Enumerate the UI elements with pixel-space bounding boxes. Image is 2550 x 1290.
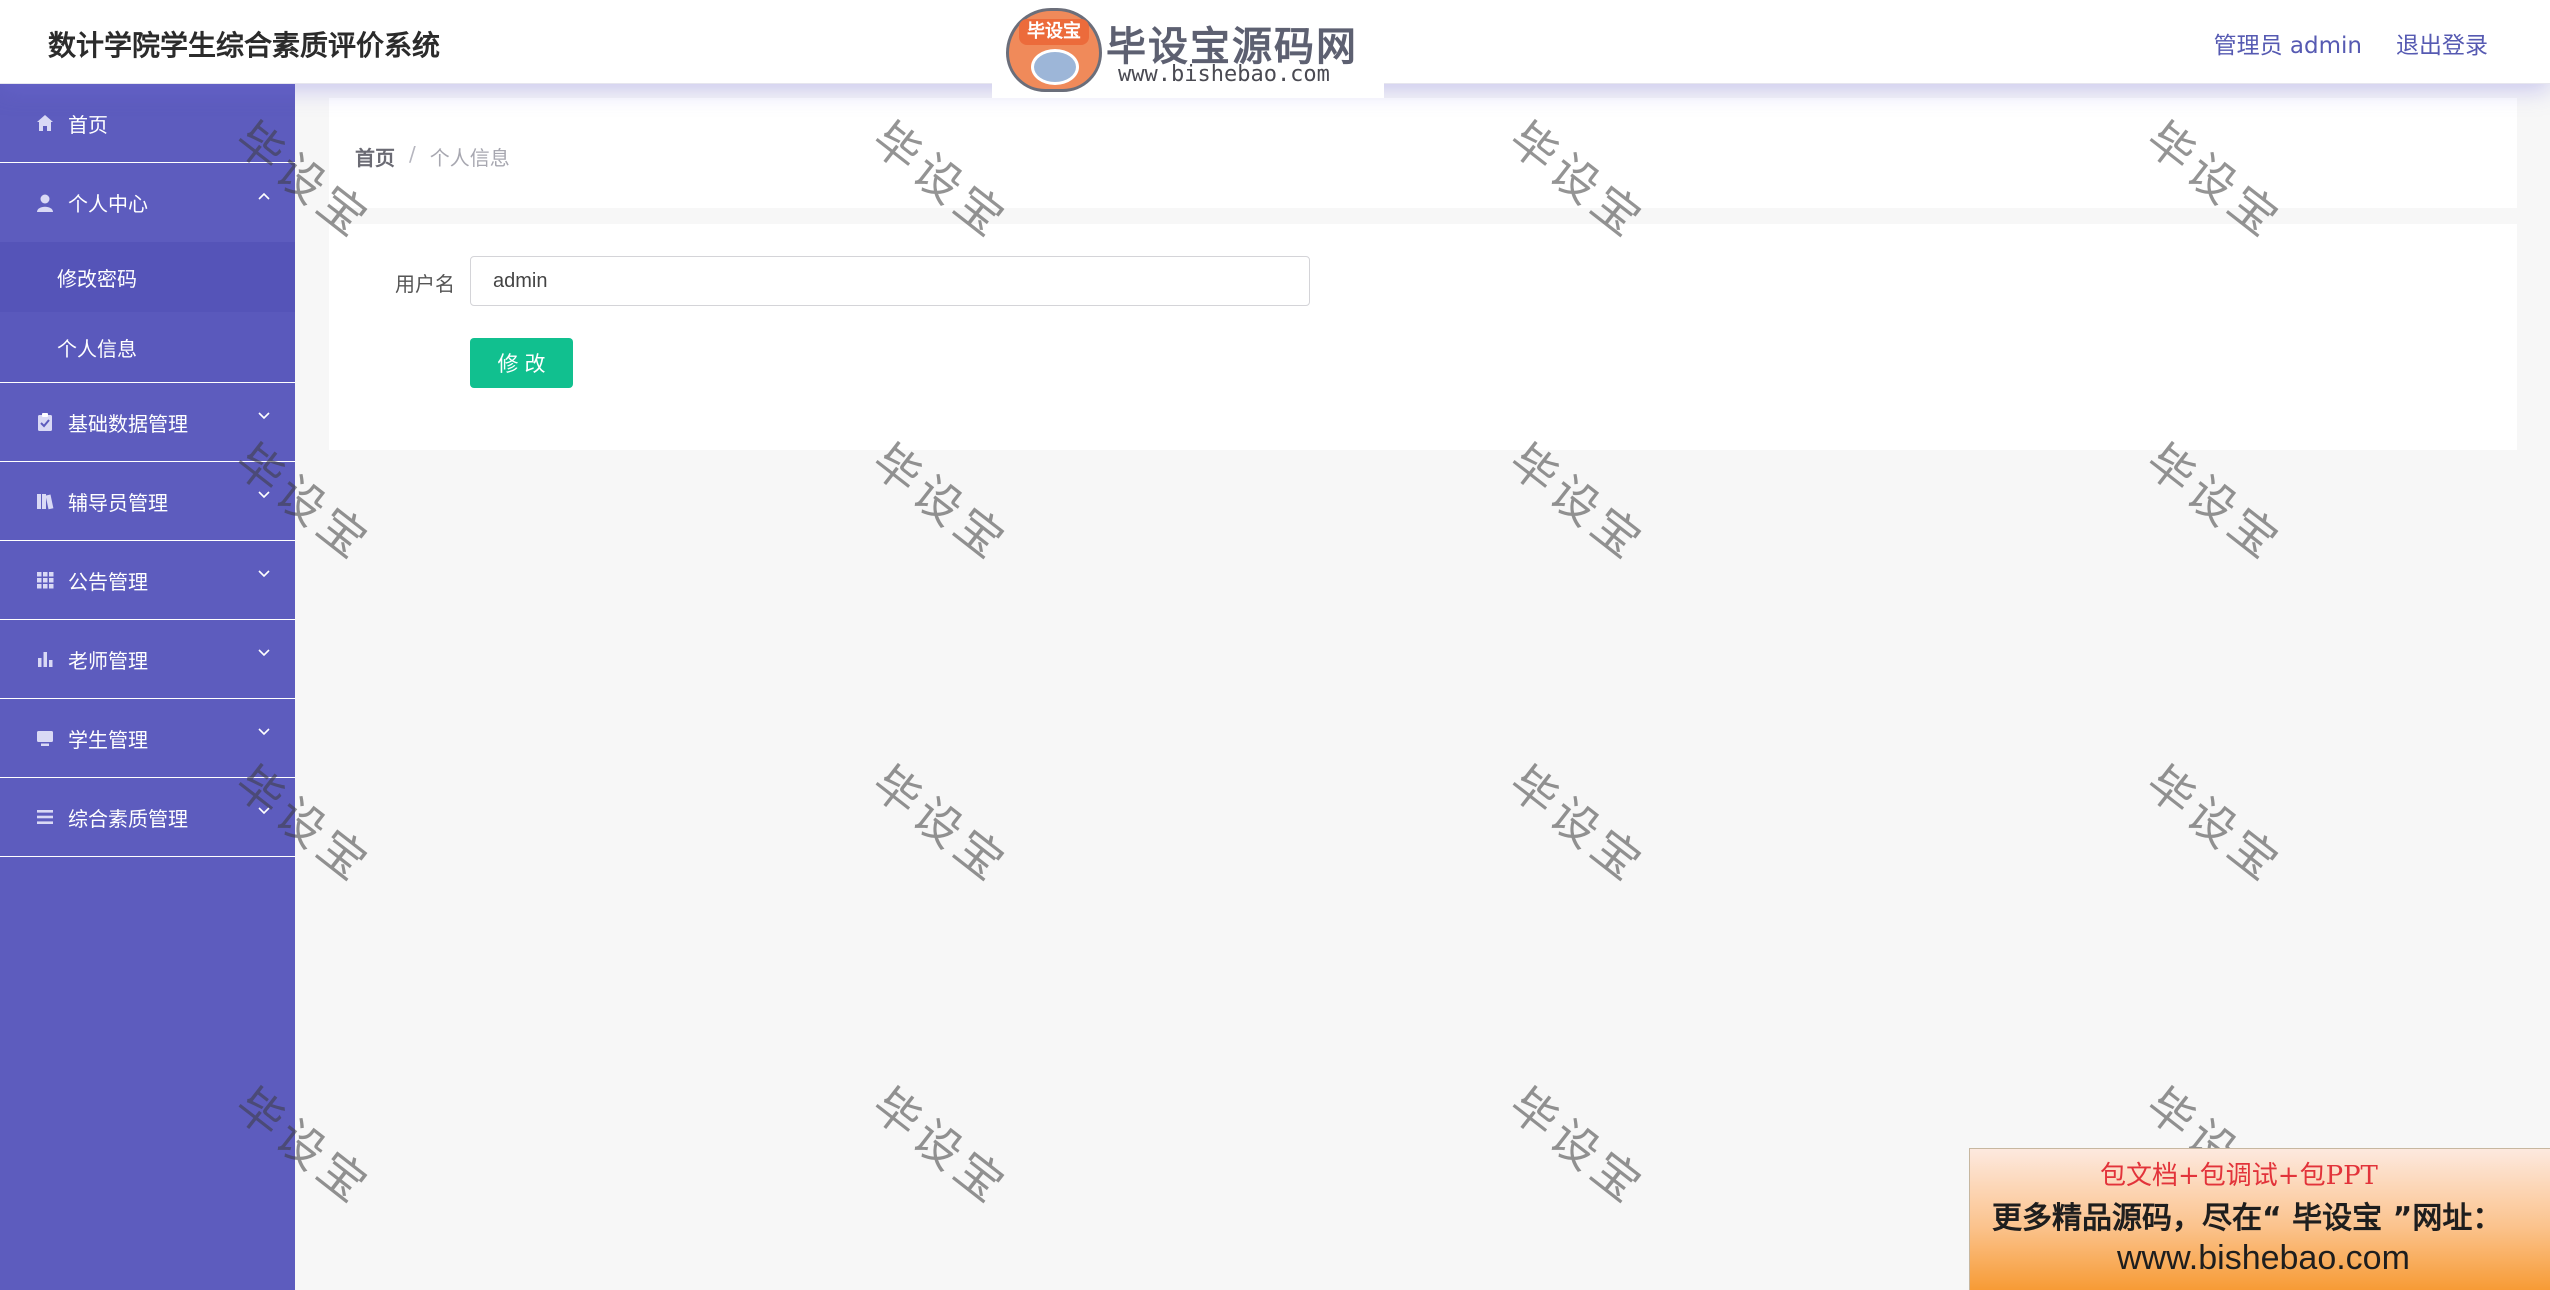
logout-link[interactable]: 退出登录 xyxy=(2396,26,2488,60)
list-icon xyxy=(37,810,53,824)
brand-url: www.bishebao.com xyxy=(1118,62,1330,87)
promo-line-2: 更多精品源码，尽在“ 毕设宝 ”网址： xyxy=(1992,1201,2503,1236)
bar-chart-icon xyxy=(38,652,53,667)
sidebar-item-label: 首页 xyxy=(68,112,108,137)
watermark-text: 毕设宝 xyxy=(862,1077,1019,1216)
sidebar-item-label: 基础数据管理 xyxy=(68,411,188,436)
sidebar-item-label: 个人中心 xyxy=(68,192,148,216)
breadcrumb-card: 首页 / 个人信息 xyxy=(329,98,2517,208)
promo-url: www.bishebao.com xyxy=(2117,1239,2410,1277)
watermark-text: 毕设宝 xyxy=(2136,755,2293,894)
sidebar: 首页 个人中心 修改密码 个人信息 基础数据管理 辅导员管理 公告管理 老师管理… xyxy=(0,84,295,1290)
sidebar-item-basic-data[interactable]: 基础数据管理 xyxy=(0,383,295,462)
chevron-up-icon xyxy=(258,192,270,200)
sidebar-item-label: 辅导员管理 xyxy=(68,490,168,515)
clipboard-icon xyxy=(38,413,52,431)
brand-logo: 毕设宝 毕设宝源码网 www.bishebao.com xyxy=(992,0,1384,98)
sidebar-item-label: 公告管理 xyxy=(68,569,148,594)
breadcrumb-current: 个人信息 xyxy=(429,146,510,170)
sidebar-item-change-password[interactable]: 修改密码 xyxy=(0,242,295,312)
admin-user-label[interactable]: 管理员 admin xyxy=(2214,26,2362,60)
app-title: 数计学院学生综合素质评价系统 xyxy=(48,29,441,62)
sidebar-item-label: 综合素质管理 xyxy=(68,806,188,831)
watermark-text: 毕设宝 xyxy=(1499,1077,1656,1216)
chevron-down-icon xyxy=(258,412,270,420)
promo-line-1: 包文档+包调试+包PPT xyxy=(2100,1161,2378,1191)
chevron-down-icon xyxy=(258,570,270,578)
header-user-area: 管理员 admin 退出登录 xyxy=(2214,26,2488,60)
sidebar-item-student[interactable]: 学生管理 xyxy=(0,699,295,778)
books-icon xyxy=(37,494,54,510)
breadcrumb-separator: / xyxy=(409,142,416,166)
breadcrumb: 首页 / 个人信息 xyxy=(355,142,510,171)
brand-badge-text: 毕设宝 xyxy=(1019,19,1089,45)
user-icon xyxy=(37,194,53,212)
sidebar-item-announcement[interactable]: 公告管理 xyxy=(0,541,295,620)
sidebar-item-label: 学生管理 xyxy=(68,727,148,752)
sidebar-item-teacher[interactable]: 老师管理 xyxy=(0,620,295,699)
sidebar-item-personal-info[interactable]: 个人信息 xyxy=(0,312,295,382)
brand-mascot-icon: 毕设宝 xyxy=(1006,8,1102,92)
sidebar-item-quality[interactable]: 综合素质管理 xyxy=(0,778,295,857)
grid-icon xyxy=(37,572,54,589)
promo-banner[interactable]: 包文档+包调试+包PPT 更多精品源码，尽在“ 毕设宝 ”网址： www.bis… xyxy=(1969,1148,2550,1290)
sidebar-item-counselor[interactable]: 辅导员管理 xyxy=(0,462,295,541)
chevron-down-icon xyxy=(258,649,270,657)
username-input[interactable] xyxy=(470,256,1310,306)
username-label: 用户名 xyxy=(395,272,455,296)
watermark-text: 毕设宝 xyxy=(1499,755,1656,894)
brand-face-icon xyxy=(1031,49,1079,85)
chevron-down-icon xyxy=(258,491,270,499)
chevron-down-icon xyxy=(258,728,270,736)
update-button[interactable]: 修改 xyxy=(470,338,573,388)
personal-info-form: 用户名 修改 xyxy=(329,224,2517,450)
sidebar-item-label: 老师管理 xyxy=(68,648,148,673)
sidebar-item-personal-center[interactable]: 个人中心 xyxy=(0,163,295,242)
breadcrumb-home-link[interactable]: 首页 xyxy=(355,142,395,171)
personal-center-submenu: 修改密码 个人信息 xyxy=(0,242,295,383)
monitor-icon xyxy=(37,731,53,746)
home-icon xyxy=(37,115,53,131)
sidebar-item-home[interactable]: 首页 xyxy=(0,84,295,163)
chevron-down-icon xyxy=(258,807,270,815)
watermark-text: 毕设宝 xyxy=(862,755,1019,894)
